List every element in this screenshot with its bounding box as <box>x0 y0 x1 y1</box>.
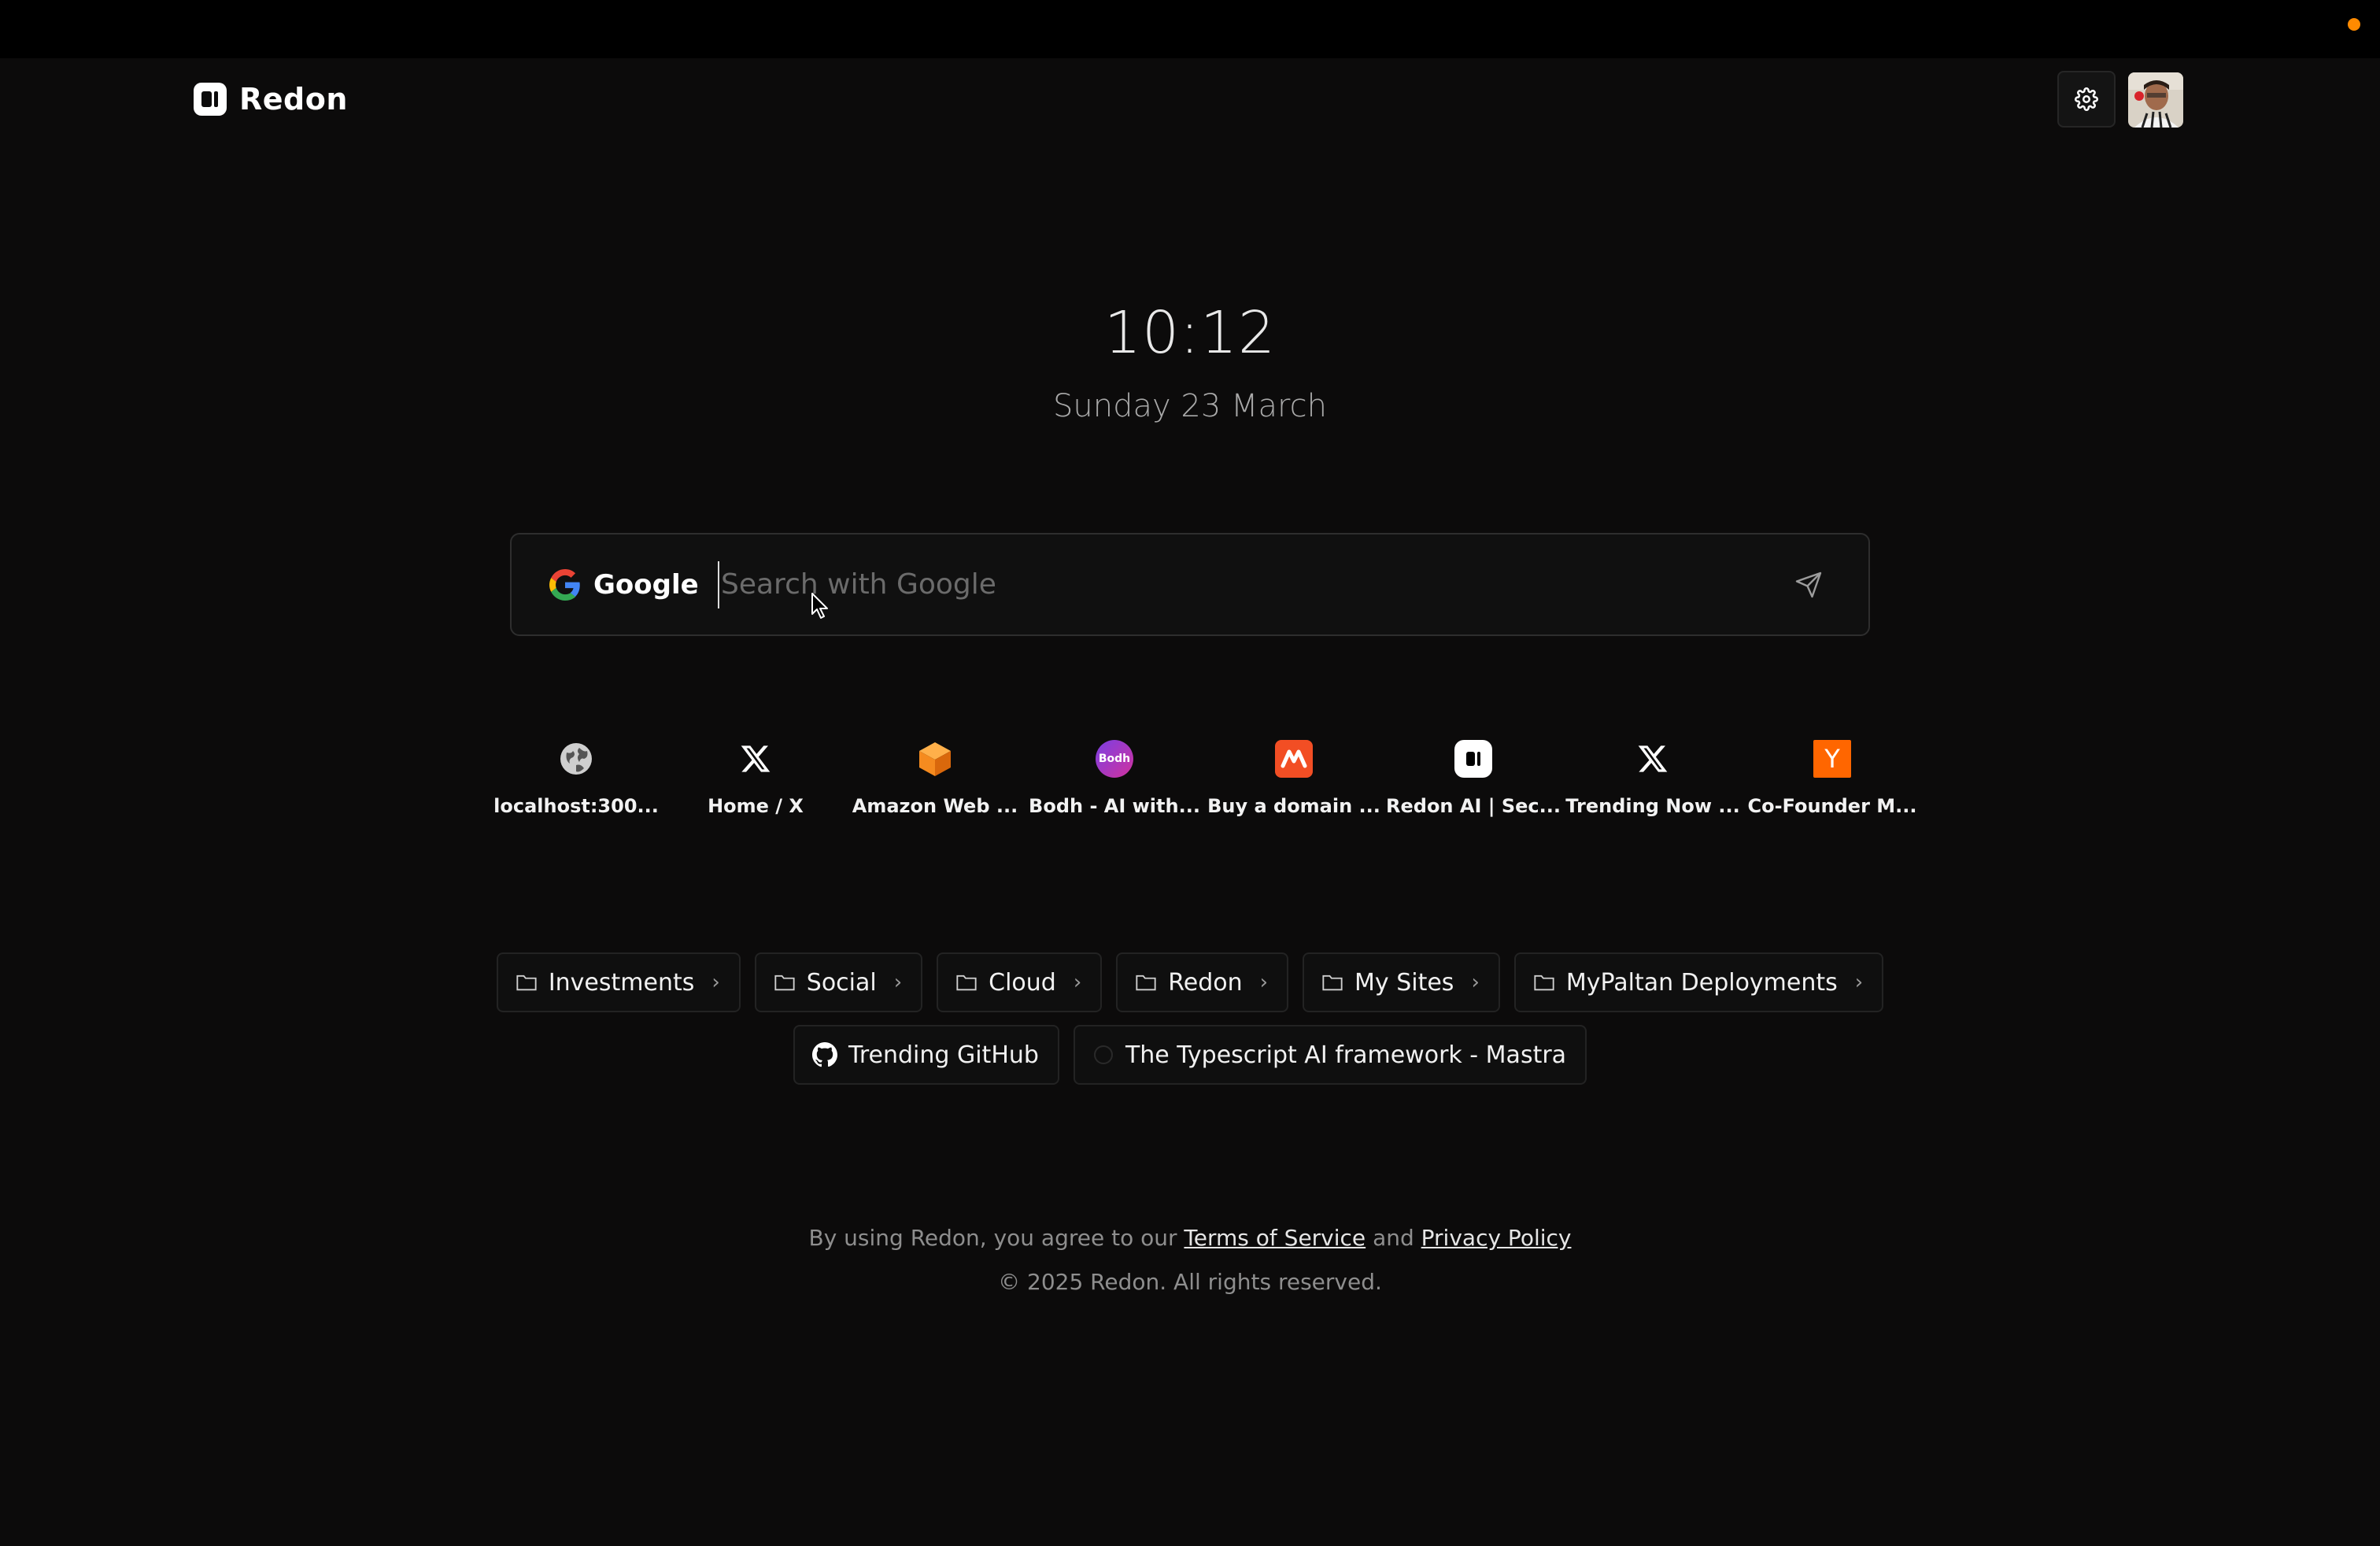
folder-icon <box>516 975 537 991</box>
folder-redon[interactable]: Redon › <box>1116 952 1289 1012</box>
shortcuts-row: localhost:300... Home / X Amazon Web ...… <box>486 740 1922 817</box>
shortcut-label: Home / X <box>708 795 804 817</box>
folder-investments[interactable]: Investments › <box>496 952 741 1012</box>
search-engine-label: Google <box>593 568 699 601</box>
link-label: Trending GitHub <box>848 1041 1039 1069</box>
folder-label: MyPaltan Deployments <box>1565 968 1838 997</box>
chevron-right-icon: › <box>1259 971 1269 994</box>
search-bar: Google <box>510 533 1870 636</box>
copyright: © 2025 Redon. All rights reserved. <box>998 1269 1382 1295</box>
folder-label: Redon <box>1168 968 1243 997</box>
namecheap-icon <box>1275 740 1313 778</box>
bodh-icon-text: Bodh <box>1098 753 1131 765</box>
shortcut-ycombinator[interactable]: Y Co-Founder M... <box>1743 740 1922 817</box>
x-logo-icon <box>1634 740 1672 778</box>
terms-prefix: By using Redon, you agree to our <box>808 1225 1177 1251</box>
folders-row: Investments › Social › Cloud › Redon › M… <box>0 952 2380 1012</box>
folder-icon <box>774 975 795 991</box>
shortcut-localhost[interactable]: localhost:300... <box>486 740 666 817</box>
folder-label: Investments <box>548 968 695 997</box>
shortcut-bodh[interactable]: Bodh Bodh - AI with... <box>1025 740 1204 817</box>
terms-notice: By using Redon, you agree to our Terms o… <box>0 1225 2380 1251</box>
user-avatar[interactable] <box>2128 72 2183 128</box>
link-mastra[interactable]: The Typescript AI framework - Mastra <box>1073 1025 1587 1085</box>
aws-cube-icon <box>916 740 954 778</box>
shortcut-label: localhost:300... <box>493 795 659 817</box>
x-logo-icon <box>737 740 774 778</box>
shortcut-aws[interactable]: Amazon Web ... <box>845 740 1025 817</box>
shortcut-label: Amazon Web ... <box>852 795 1018 817</box>
system-menubar <box>0 0 2380 58</box>
google-logo-icon <box>549 568 580 601</box>
brand[interactable]: Redon <box>194 79 348 120</box>
clock-time: 10:12 <box>1103 299 1277 367</box>
globe-icon <box>557 740 595 778</box>
chevron-right-icon: › <box>1073 971 1082 994</box>
ycombinator-icon-text: Y <box>1824 744 1840 774</box>
notification-dot <box>2348 18 2360 31</box>
link-label: The Typescript AI framework - Mastra <box>1125 1041 1567 1069</box>
links-row: Trending GitHub The Typescript AI framew… <box>0 1025 2380 1085</box>
search-input[interactable] <box>718 560 1804 608</box>
ycombinator-icon: Y <box>1813 740 1851 778</box>
folder-social[interactable]: Social › <box>754 952 923 1012</box>
shortcut-label: Trending Now ... <box>1565 795 1740 817</box>
shortcut-label: Bodh - AI with... <box>1029 795 1200 817</box>
folder-icon <box>956 975 977 991</box>
folder-icon <box>1534 975 1554 991</box>
terms-of-service-link[interactable]: Terms of Service <box>1184 1225 1366 1251</box>
brand-name: Redon <box>239 82 348 117</box>
chevron-right-icon: › <box>711 971 720 994</box>
chevron-right-icon: › <box>893 971 903 994</box>
shortcut-redon[interactable]: Redon AI | Sec... <box>1384 740 1563 817</box>
settings-button[interactable] <box>2057 71 2116 128</box>
folder-icon <box>1136 975 1156 991</box>
privacy-policy-link[interactable]: Privacy Policy <box>1421 1225 1572 1251</box>
folder-label: My Sites <box>1354 968 1454 997</box>
shortcut-label: Co-Founder M... <box>1747 795 1917 817</box>
folder-my-sites[interactable]: My Sites › <box>1303 952 1500 1012</box>
redon-logo-icon <box>194 83 227 116</box>
shortcut-home-x[interactable]: Home / X <box>666 740 845 817</box>
mastra-icon <box>1093 1045 1113 1064</box>
folder-label: Social <box>806 968 877 997</box>
chevron-right-icon: › <box>1854 971 1864 994</box>
folder-label: Cloud <box>989 968 1056 997</box>
link-trending-github[interactable]: Trending GitHub <box>793 1025 1059 1085</box>
shortcut-label: Redon AI | Sec... <box>1386 795 1561 817</box>
redon-icon <box>1454 740 1492 778</box>
folder-icon <box>1322 975 1343 991</box>
search-engine-selector[interactable]: Google <box>549 568 718 601</box>
shortcut-namecheap[interactable]: Buy a domain ... <box>1204 740 1384 817</box>
folder-mypaltan-deployments[interactable]: MyPaltan Deployments › <box>1513 952 1884 1012</box>
send-button[interactable] <box>1794 571 1823 602</box>
send-icon <box>1795 571 1822 598</box>
shortcut-label: Buy a domain ... <box>1207 795 1380 817</box>
gear-icon <box>2075 87 2098 111</box>
clock-date: Sunday 23 March <box>1053 388 1327 424</box>
folder-cloud[interactable]: Cloud › <box>937 952 1103 1012</box>
bodh-icon: Bodh <box>1096 740 1133 778</box>
chevron-right-icon: › <box>1471 971 1480 994</box>
github-icon <box>811 1042 837 1067</box>
shortcut-trending-x[interactable]: Trending Now ... <box>1563 740 1743 817</box>
terms-and: and <box>1373 1225 1414 1251</box>
mouse-cursor <box>811 592 831 623</box>
